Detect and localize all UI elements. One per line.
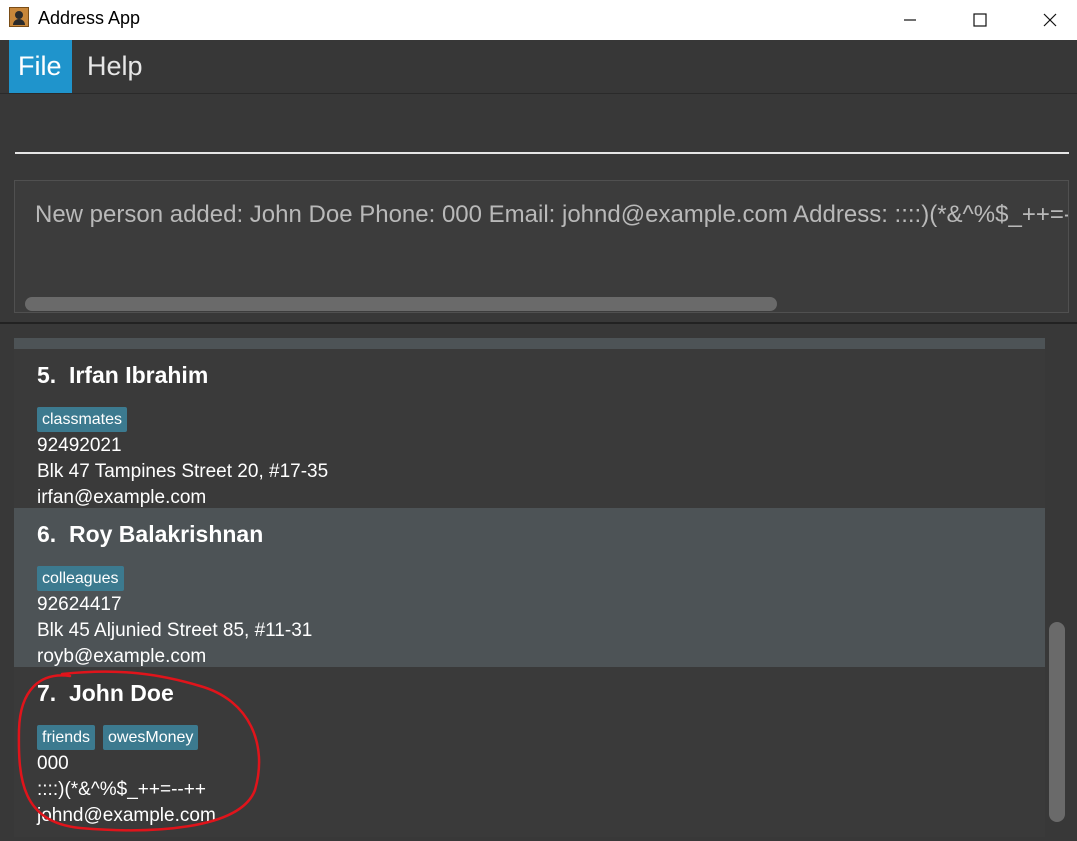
person-card-title: 7. John Doe bbox=[37, 680, 174, 707]
maximize-button[interactable] bbox=[945, 0, 1015, 40]
person-name: John Doe bbox=[68, 680, 174, 706]
list-vertical-scrollbar-thumb[interactable] bbox=[1049, 622, 1065, 822]
person-name: Roy Balakrishnan bbox=[68, 521, 264, 547]
result-display-pane: New person added: John Doe Phone: 000 Em… bbox=[0, 174, 1077, 324]
person-list-pane: 5. Irfan Ibrahim classmates 92492021 Blk… bbox=[0, 324, 1077, 841]
menu-file[interactable]: File bbox=[9, 40, 72, 93]
person-card[interactable]: 5. Irfan Ibrahim classmates 92492021 Blk… bbox=[14, 349, 1045, 508]
person-card-title: 6. Roy Balakrishnan bbox=[37, 521, 263, 548]
result-horizontal-scrollbar[interactable] bbox=[25, 297, 777, 311]
title-bar: Address App bbox=[0, 0, 1077, 40]
window-title: Address App bbox=[38, 8, 141, 28]
command-input[interactable] bbox=[15, 106, 1069, 154]
person-name: Irfan Ibrahim bbox=[68, 362, 209, 388]
person-email: johnd@example.com bbox=[37, 805, 216, 826]
person-index: 5. bbox=[37, 362, 57, 388]
menu-bar: File Help bbox=[0, 40, 1077, 94]
address-book-icon bbox=[9, 7, 29, 27]
person-address: Blk 47 Tampines Street 20, #17-35 bbox=[37, 461, 329, 482]
close-button[interactable] bbox=[1015, 0, 1077, 40]
person-phone: 92624417 bbox=[37, 594, 122, 615]
command-box-area bbox=[0, 94, 1077, 175]
tag-label: colleagues bbox=[37, 566, 124, 591]
person-tags: colleagues bbox=[37, 566, 132, 592]
person-address: ::::)(*&^%$_++=--++ bbox=[37, 779, 206, 800]
person-card-title: 5. Irfan Ibrahim bbox=[37, 362, 208, 389]
person-email: royb@example.com bbox=[37, 646, 207, 667]
tag-label: friends bbox=[37, 725, 96, 750]
result-display[interactable]: New person added: John Doe Phone: 000 Em… bbox=[14, 180, 1069, 313]
minimize-button[interactable] bbox=[875, 0, 945, 40]
menu-help[interactable]: Help bbox=[78, 40, 152, 93]
result-message: New person added: John Doe Phone: 000 Em… bbox=[35, 201, 1068, 228]
person-index: 6. bbox=[37, 521, 57, 547]
person-index: 7. bbox=[37, 680, 57, 706]
person-card[interactable]: 7. John Doe friends owesMoney 000 ::::)(*… bbox=[14, 667, 1045, 826]
person-email: irfan@example.com bbox=[37, 487, 207, 508]
person-tags: classmates bbox=[37, 407, 135, 433]
previous-card-edge bbox=[14, 338, 1045, 349]
person-phone: 000 bbox=[37, 753, 69, 774]
person-address: Blk 45 Aljunied Street 85, #11-31 bbox=[37, 620, 313, 641]
person-phone: 92492021 bbox=[37, 435, 122, 456]
tag-label: owesMoney bbox=[103, 725, 199, 750]
person-tags: friends owesMoney bbox=[37, 725, 206, 751]
person-list[interactable]: 5. Irfan Ibrahim classmates 92492021 Blk… bbox=[14, 338, 1045, 837]
minimize-icon bbox=[904, 19, 916, 21]
maximize-icon bbox=[973, 13, 987, 27]
close-icon bbox=[1043, 13, 1057, 27]
person-card[interactable]: 6. Roy Balakrishnan colleagues 92624417 … bbox=[14, 508, 1045, 667]
tag-label: classmates bbox=[37, 407, 128, 432]
